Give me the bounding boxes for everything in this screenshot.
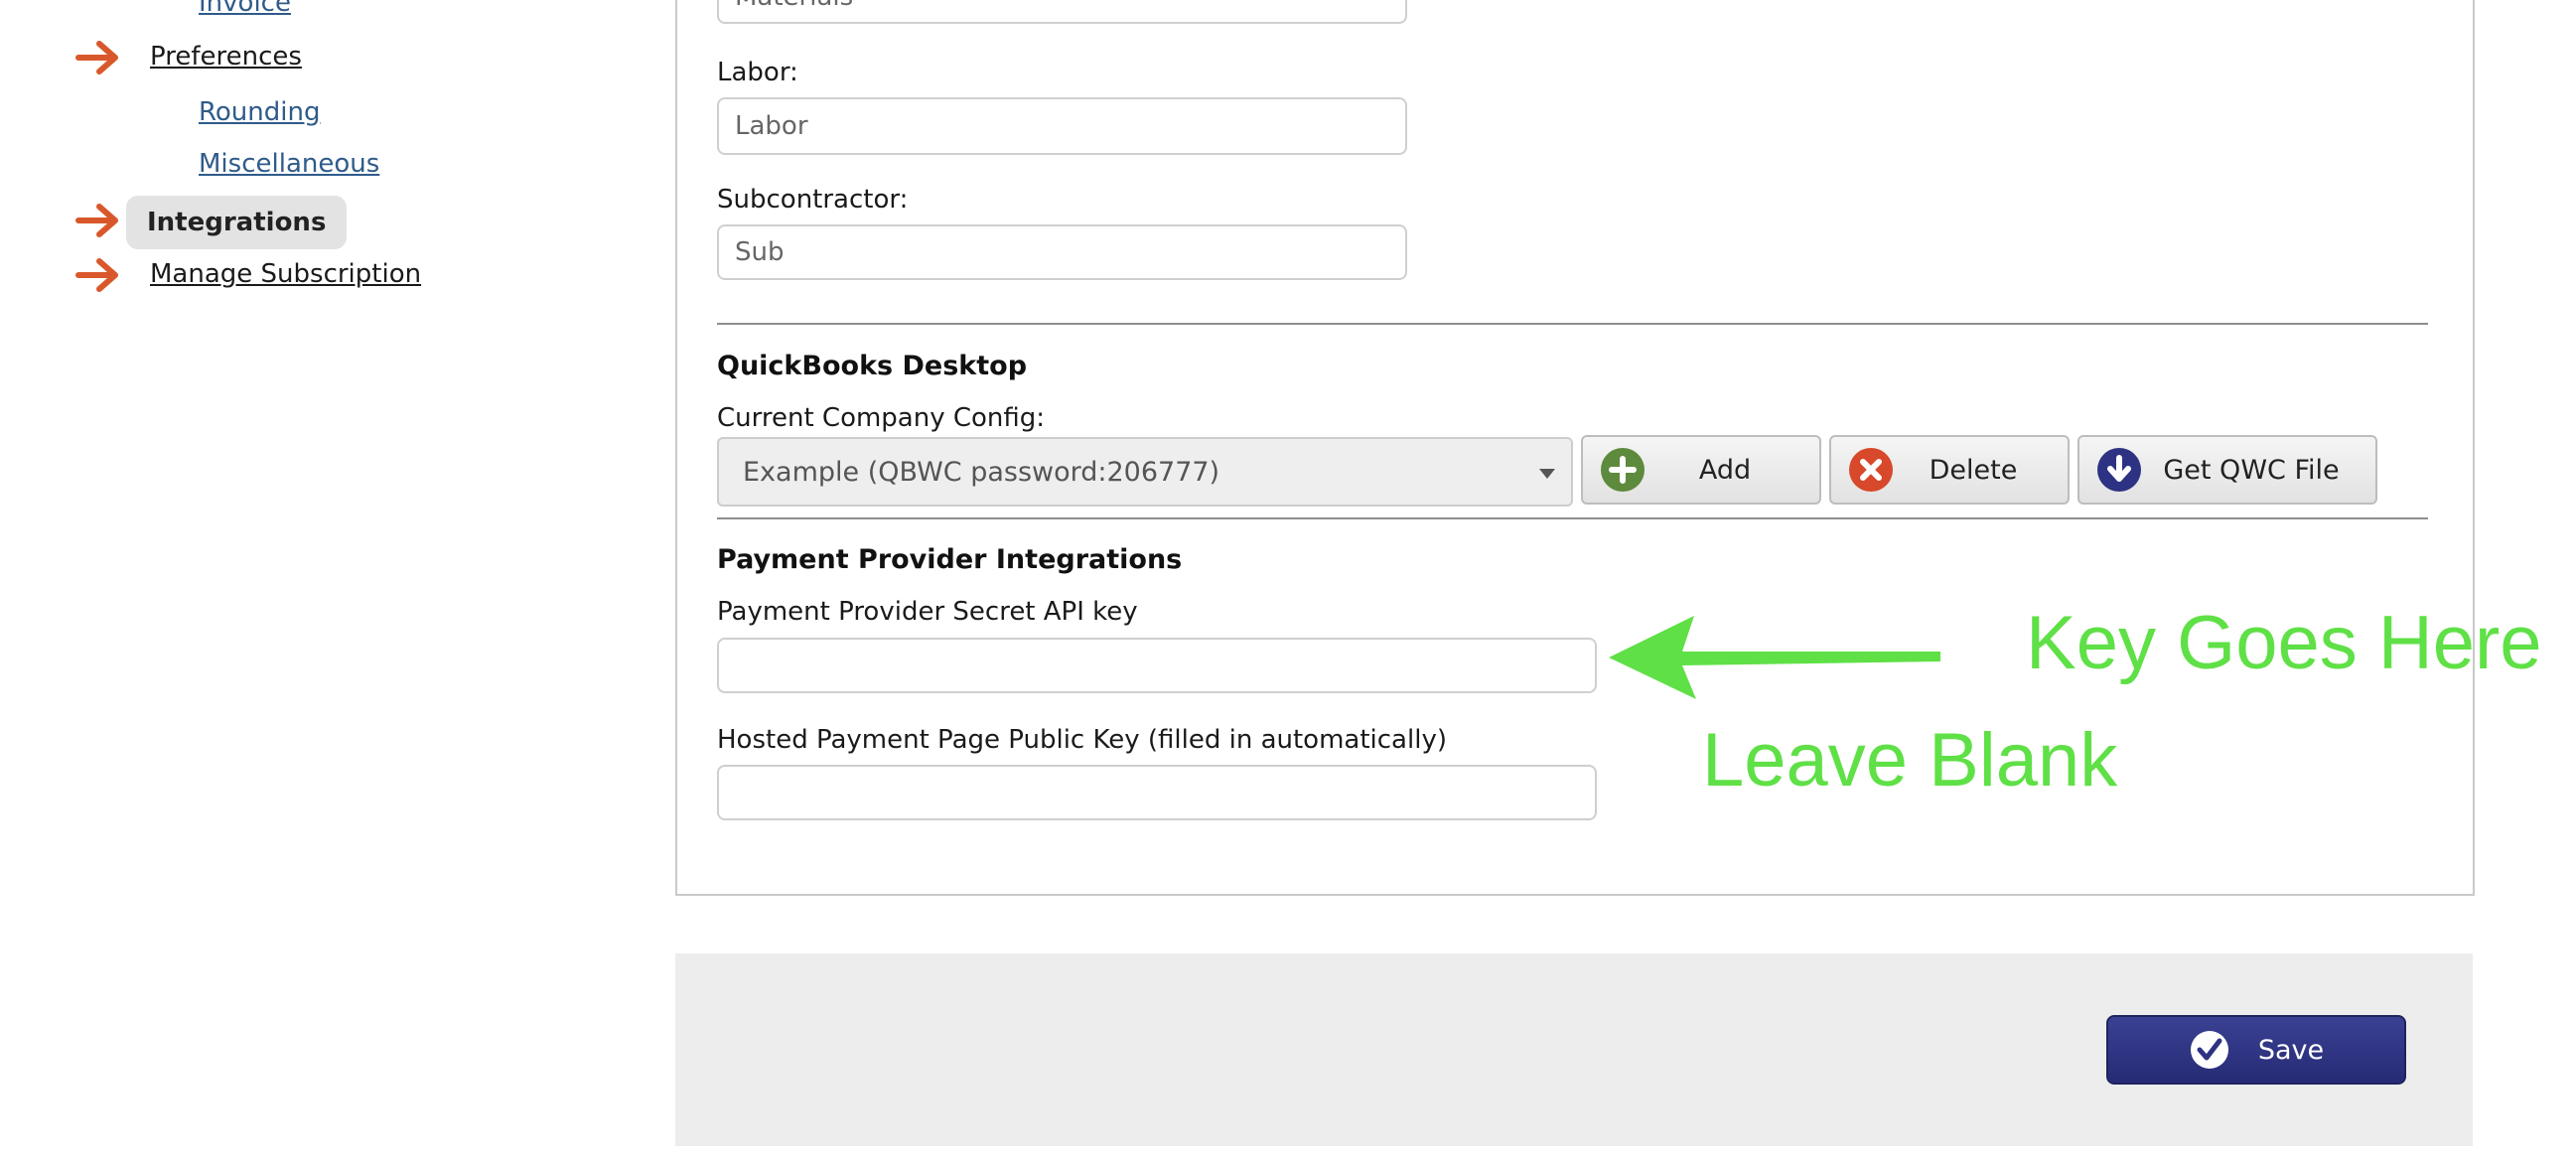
- add-label: Add: [1698, 454, 1752, 486]
- public-key-label: Hosted Payment Page Public Key (filled i…: [717, 725, 1447, 755]
- company-config-value: Example (QBWC password:206777): [743, 456, 1220, 488]
- divider: [717, 323, 2428, 325]
- close-icon: [1849, 448, 1893, 492]
- add-button[interactable]: Add: [1581, 435, 1821, 505]
- save-button[interactable]: Save: [2106, 1015, 2406, 1085]
- subcontractor-value: Sub: [735, 237, 785, 267]
- delete-button[interactable]: Delete: [1829, 435, 2070, 505]
- sidebar-item-integrations[interactable]: Integrations: [126, 196, 348, 249]
- company-config-select[interactable]: Example (QBWC password:206777): [717, 437, 1573, 507]
- chevron-down-icon: [1539, 469, 1555, 479]
- payment-title: Payment Provider Integrations: [717, 544, 1183, 575]
- materials-value: Materials: [735, 0, 853, 12]
- check-icon: [2190, 1031, 2228, 1069]
- sidebar-item-rounding[interactable]: Rounding: [199, 97, 320, 127]
- arrow-right-icon: [75, 258, 118, 292]
- company-config-label: Current Company Config:: [717, 403, 1046, 433]
- get-qwc-file-button[interactable]: Get QWC File: [2077, 435, 2377, 505]
- materials-input[interactable]: Materials: [717, 0, 1407, 24]
- arrow-right-icon: [75, 41, 118, 74]
- plus-icon: [1601, 448, 1645, 492]
- sidebar-item-preferences[interactable]: Preferences: [150, 42, 302, 72]
- get-qwc-file-label: Get QWC File: [2163, 454, 2340, 486]
- sidebar-item-manage-subscription[interactable]: Manage Subscription: [150, 259, 421, 289]
- secret-key-input[interactable]: [717, 638, 1597, 693]
- save-label: Save: [2257, 1034, 2325, 1066]
- download-icon: [2097, 448, 2141, 492]
- annotation-key-goes-here: Key Goes Here: [2026, 601, 2542, 685]
- arrow-right-icon: [75, 204, 118, 237]
- quickbooks-title: QuickBooks Desktop: [717, 351, 1028, 381]
- sidebar-item-invoice[interactable]: Invoice: [199, 0, 291, 18]
- annotation-arrow-icon: [1609, 616, 1940, 699]
- secret-key-label: Payment Provider Secret API key: [717, 597, 1138, 627]
- subcontractor-input[interactable]: Sub: [717, 224, 1407, 280]
- labor-input[interactable]: Labor: [717, 97, 1407, 155]
- subcontractor-label: Subcontractor:: [717, 185, 909, 215]
- annotation-leave-blank: Leave Blank: [1702, 718, 2118, 802]
- labor-value: Labor: [735, 111, 808, 141]
- public-key-input[interactable]: [717, 765, 1597, 820]
- sidebar-item-miscellaneous[interactable]: Miscellaneous: [199, 149, 379, 179]
- delete-label: Delete: [1929, 454, 2018, 486]
- labor-label: Labor:: [717, 58, 798, 87]
- divider: [717, 517, 2428, 519]
